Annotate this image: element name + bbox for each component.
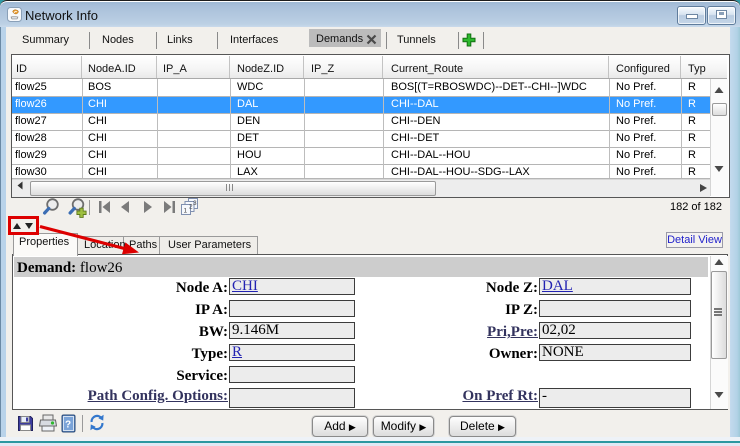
svg-text:?: ?: [65, 420, 71, 431]
svg-text:2: 2: [189, 204, 193, 211]
svg-text:1: 1: [184, 208, 188, 215]
svg-text:3: 3: [193, 200, 197, 207]
